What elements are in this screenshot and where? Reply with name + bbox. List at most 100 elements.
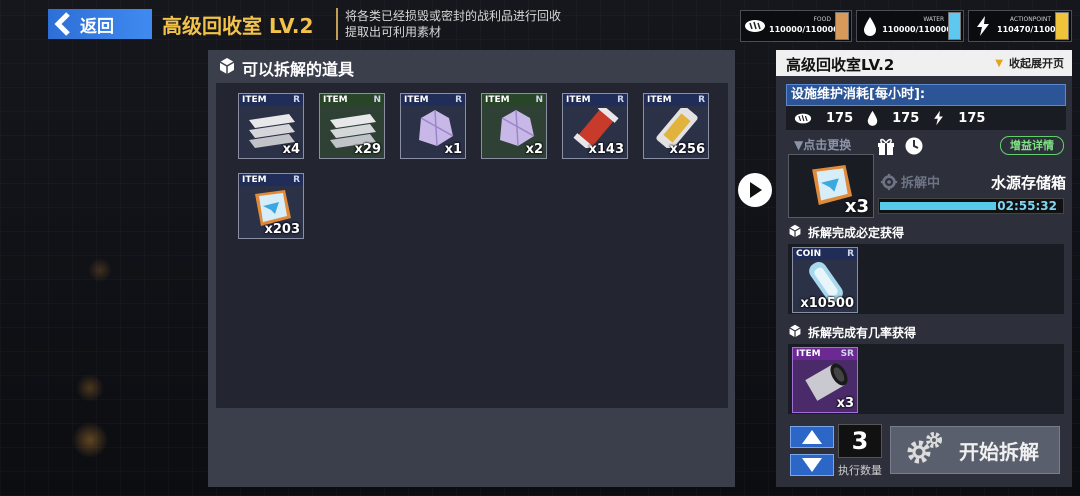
guaranteed-label-text: 拆解完成必定获得 bbox=[808, 226, 905, 240]
item-count: x3 bbox=[836, 396, 854, 411]
item-rarity: R bbox=[293, 175, 300, 185]
current-item-slot[interactable]: x3 bbox=[788, 154, 874, 218]
item-type: ITEM bbox=[796, 349, 821, 359]
sr-item[interactable]: ITEM SR x3 bbox=[792, 347, 858, 413]
item-slot[interactable]: ITEM N x2 bbox=[481, 93, 547, 159]
item-count: x10500 bbox=[800, 296, 854, 311]
resource-water: WATER 110000/110000 bbox=[856, 10, 964, 42]
page-title: 高级回收室 LV.2 bbox=[162, 14, 314, 38]
resource-actionpoint: ACTIONPOINT 110470/110000 bbox=[968, 10, 1072, 42]
cube-icon bbox=[788, 324, 802, 341]
clock-icon[interactable] bbox=[904, 136, 924, 160]
item-slot[interactable]: ITEM R x4 bbox=[238, 93, 304, 159]
item-count: x1 bbox=[444, 142, 462, 157]
item-slot[interactable]: ITEM R x1 bbox=[400, 93, 466, 159]
bread-icon bbox=[794, 112, 812, 125]
current-item-name: 水源存储箱 bbox=[990, 174, 1066, 192]
food-cost: 175 bbox=[826, 110, 854, 126]
item-count: x2 bbox=[525, 142, 543, 157]
chance-label-text: 拆解完成有几率获得 bbox=[808, 326, 917, 340]
item-slot[interactable]: ITEM R x203 bbox=[238, 173, 304, 239]
triangle-down-icon: ▼ bbox=[995, 57, 1003, 69]
back-label: 返回 bbox=[80, 16, 114, 37]
back-button[interactable]: 返回 bbox=[48, 9, 152, 39]
item-rarity: N bbox=[535, 95, 543, 105]
item-type: ITEM bbox=[566, 95, 591, 105]
arrow-up-icon bbox=[802, 430, 822, 444]
collapse-label: 收起展开页 bbox=[1009, 57, 1064, 70]
item-type: COIN bbox=[796, 249, 822, 259]
title-divider bbox=[336, 8, 338, 40]
maintenance-label: 设施维护消耗[每小时]: bbox=[786, 84, 1066, 106]
panel-title: 可以拆解的道具 bbox=[218, 56, 354, 80]
water-drop-icon bbox=[867, 110, 878, 126]
chance-label: 拆解完成有几率获得 bbox=[788, 324, 916, 341]
resource-name: ACTIONPOINT bbox=[1009, 16, 1051, 23]
disassembling-status: 拆解中 bbox=[880, 172, 940, 191]
water-cost: 175 bbox=[892, 110, 920, 126]
bread-icon bbox=[741, 18, 769, 34]
resource-value: 110000/110000 bbox=[769, 25, 839, 34]
item-rarity: R bbox=[293, 95, 300, 105]
action-cost: 175 bbox=[958, 110, 986, 126]
play-button[interactable] bbox=[738, 173, 772, 207]
resource-value: 110470/110000 bbox=[997, 25, 1067, 34]
chance-drops: ITEM SR x3 bbox=[788, 344, 1064, 414]
gift-icon[interactable] bbox=[876, 136, 896, 160]
increase-button[interactable] bbox=[790, 426, 834, 448]
start-disassemble-button[interactable]: 开始拆解 bbox=[890, 426, 1060, 474]
maintenance-costs: 175 175 175 bbox=[786, 106, 1066, 130]
play-icon bbox=[750, 182, 762, 198]
item-slot[interactable]: ITEM R x256 bbox=[643, 93, 709, 159]
progress-fill bbox=[880, 202, 996, 210]
progress-time: 02:55:32 bbox=[997, 199, 1057, 213]
item-type: ITEM bbox=[323, 95, 348, 105]
desc-line-1: 将各类已经损毁或密封的战利品进行回收 bbox=[345, 9, 562, 23]
item-rarity: R bbox=[698, 95, 705, 105]
resource-bar bbox=[948, 12, 961, 40]
item-type: ITEM bbox=[242, 175, 267, 185]
item-rarity: N bbox=[373, 95, 381, 105]
arrow-down-icon bbox=[802, 458, 822, 472]
item-count: x4 bbox=[282, 142, 300, 157]
coin-item[interactable]: COIN R x10500 bbox=[792, 247, 858, 313]
panel-title-text: 可以拆解的道具 bbox=[242, 60, 355, 79]
item-slot[interactable]: ITEM N x29 bbox=[319, 93, 385, 159]
progress-bar: 02:55:32 bbox=[878, 198, 1064, 214]
resource-bar bbox=[835, 12, 849, 40]
item-rarity: R bbox=[455, 95, 462, 105]
resource-value: 110000/110000 bbox=[882, 25, 952, 34]
bonus-details-button[interactable]: 增益详情 bbox=[1000, 136, 1064, 155]
guaranteed-drops: COIN R x10500 bbox=[788, 244, 1064, 314]
page-description: 将各类已经损毁或密封的战利品进行回收 提取出可利用素材 bbox=[345, 8, 561, 40]
item-rarity: R bbox=[617, 95, 624, 105]
resource-name: WATER bbox=[923, 16, 945, 23]
item-count: x143 bbox=[588, 142, 624, 157]
collapse-button[interactable]: ▼ 收起展开页 bbox=[995, 55, 1064, 71]
recycle-room-panel: 高级回收室LV.2 ▼ 收起展开页 设施维护消耗[每小时]: 175 175 1… bbox=[776, 50, 1072, 487]
items-grid: ITEM R x4 ITEM N x29 ITEM R x1 ITEM N x2 ITE… bbox=[216, 83, 728, 408]
resource-food: FOOD 110000/110000 bbox=[740, 10, 852, 42]
status-text: 拆解中 bbox=[901, 176, 941, 191]
lightning-icon bbox=[969, 15, 997, 37]
current-item-count: x3 bbox=[844, 196, 869, 217]
item-type: ITEM bbox=[242, 95, 267, 105]
switch-item-button[interactable]: ▼点击更换 bbox=[794, 136, 851, 153]
item-type: ITEM bbox=[647, 95, 672, 105]
cube-icon bbox=[788, 224, 802, 241]
back-arrow-icon bbox=[54, 12, 74, 36]
item-count: x256 bbox=[669, 142, 705, 157]
execution-count-label: 执行数量 bbox=[838, 464, 882, 477]
panel-title: 高级回收室LV.2 bbox=[786, 56, 895, 74]
item-slot[interactable]: ITEM R x143 bbox=[562, 93, 628, 159]
gears-icon bbox=[905, 430, 945, 470]
item-rarity: SR bbox=[840, 349, 854, 359]
item-count: x29 bbox=[354, 142, 381, 157]
gear-icon bbox=[880, 173, 898, 191]
disassemblable-items-panel: 可以拆解的道具 ITEM R x4 ITEM N x29 ITEM R x1 ITEM… bbox=[208, 50, 735, 487]
resource-bar bbox=[1055, 12, 1069, 40]
decrease-button[interactable] bbox=[790, 454, 834, 476]
item-type: ITEM bbox=[404, 95, 429, 105]
execution-count: 3 bbox=[838, 424, 882, 458]
item-type: ITEM bbox=[485, 95, 510, 105]
